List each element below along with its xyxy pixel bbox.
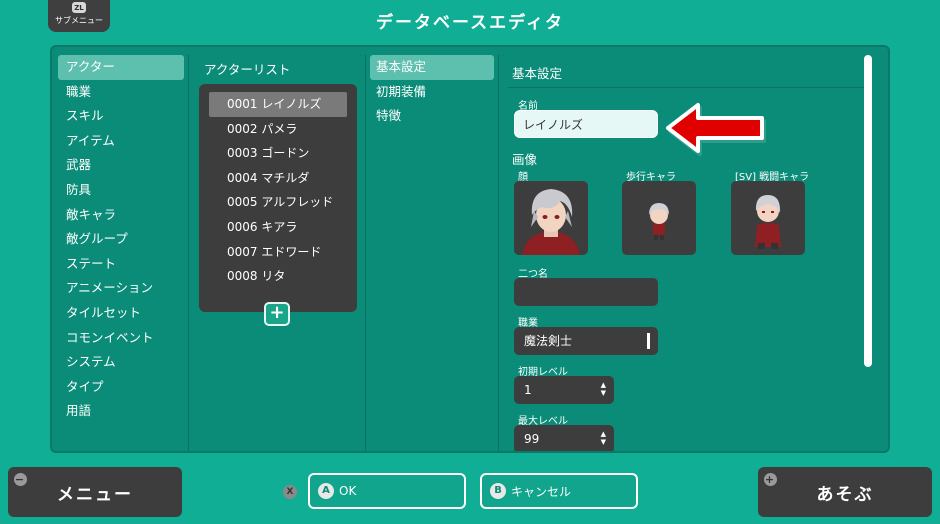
actor-item[interactable]: 0008 リタ [209,264,347,289]
actor-item[interactable]: 0001 レイノルズ [209,92,347,117]
class-select[interactable]: 魔法剣士 [514,327,658,355]
select-cursor-icon [647,333,650,349]
max-level-stepper[interactable]: 99 ▲ ▼ [514,425,614,451]
initial-level-value: 1 [524,383,532,397]
detail-scrollbar[interactable] [864,55,872,367]
category-item-animation[interactable]: アニメーション [58,276,184,301]
face-image-slot[interactable] [514,181,588,255]
initial-level-stepper[interactable]: 1 ▲ ▼ [514,376,614,404]
category-item-actor[interactable]: アクター [58,55,184,80]
page-title: データベースエディタ [376,13,564,33]
cancel-button-label: キャンセル [511,484,572,499]
cancel-button[interactable]: B キャンセル [480,473,638,509]
add-actor-button[interactable]: + [264,302,290,326]
actor-item[interactable]: 0006 キアラ [209,215,347,240]
category-item-tileset[interactable]: タイルセット [58,301,184,326]
x-key-icon: X [283,485,297,499]
category-item-enemy[interactable]: 敵キャラ [58,203,184,228]
actor-item[interactable]: 0004 マチルダ [209,166,347,191]
actor-item[interactable]: 0003 ゴードン [209,141,347,166]
menu-button-label: メニュー [57,484,133,505]
class-select-value: 魔法剣士 [524,334,573,348]
category-item-armor[interactable]: 防具 [58,178,184,203]
settings-tabs: 基本設定 初期装備 特徴 [370,55,494,129]
tab-basic-settings[interactable]: 基本設定 [370,55,494,80]
detail-title: 基本設定 [512,66,563,81]
detail-pane: 基本設定 名前 レイノルズ 画像 顔 歩行キャラ [SV] 戦闘キャラ 二つ名 … [500,47,876,451]
column-divider [365,55,366,451]
database-panel: アクター 職業 スキル アイテム 武器 防具 敵キャラ 敵グループ ステート ア… [50,45,890,453]
category-item-class[interactable]: 職業 [58,80,184,105]
minus-key-icon: − [14,473,27,486]
actor-list-header: アクターリスト [204,62,291,77]
divider [508,87,872,88]
image-section-label: 画像 [512,152,538,167]
ok-button-label: OK [339,484,357,498]
category-item-common-event[interactable]: コモンイベント [58,326,184,351]
battler-sprite-icon [755,195,781,249]
walk-sprite-slot[interactable] [622,181,696,255]
actor-item[interactable]: 0007 エドワード [209,240,347,265]
category-item-item[interactable]: アイテム [58,129,184,154]
arrow-icon [666,103,766,156]
name-input[interactable]: レイノルズ [514,110,658,138]
b-key-icon: B [490,483,506,499]
category-item-troop[interactable]: 敵グループ [58,227,184,252]
category-item-skill[interactable]: スキル [58,104,184,129]
ok-button[interactable]: A OK [308,473,466,509]
category-item-terms[interactable]: 用語 [58,399,184,424]
stepper-arrows-icon: ▲ ▼ [600,381,606,397]
nickname-input[interactable] [514,278,658,306]
max-level-value: 99 [524,432,540,446]
menu-button[interactable]: − メニュー [8,467,182,517]
category-item-state[interactable]: ステート [58,252,184,277]
tab-initial-equipment[interactable]: 初期装備 [370,80,494,105]
actor-list: 0001 レイノルズ 0002 パメラ 0003 ゴードン 0004 マチルダ … [199,84,357,312]
category-item-weapon[interactable]: 武器 [58,153,184,178]
face-portrait-icon [522,189,580,255]
battler-slot[interactable] [731,181,805,255]
walk-sprite-icon [649,203,669,240]
stepper-arrows-icon: ▲ ▼ [600,430,606,446]
play-button[interactable]: + あそぶ [758,467,932,517]
a-key-icon: A [318,483,334,499]
actor-item[interactable]: 0002 パメラ [209,117,347,142]
play-button-label: あそぶ [816,484,874,505]
plus-key-icon: + [764,473,777,486]
column-divider [498,55,499,451]
column-divider [188,55,189,451]
actor-item[interactable]: 0005 アルフレッド [209,190,347,215]
category-item-system[interactable]: システム [58,350,184,375]
tab-traits[interactable]: 特徴 [370,104,494,129]
category-list: アクター 職業 スキル アイテム 武器 防具 敵キャラ 敵グループ ステート ア… [58,55,184,424]
category-item-type[interactable]: タイプ [58,375,184,400]
